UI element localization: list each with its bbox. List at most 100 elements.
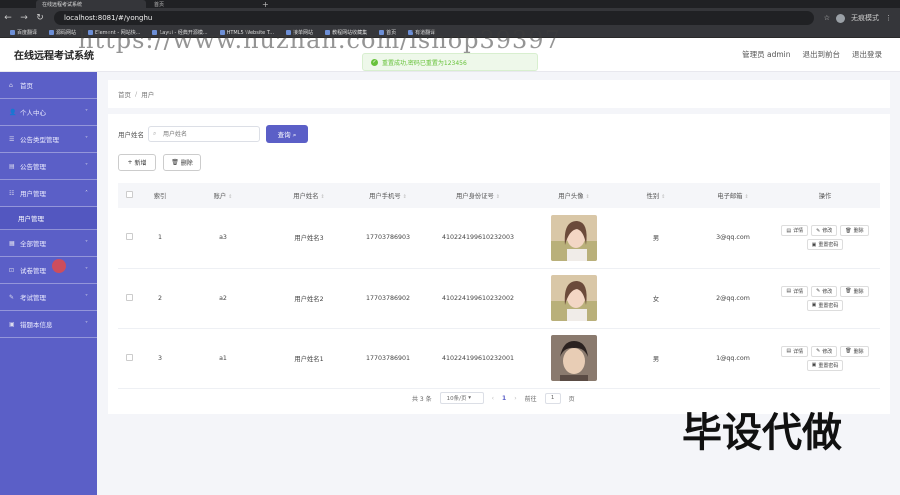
column-header[interactable]: 用户手机号 ⇕: [352, 183, 424, 208]
sort-icon[interactable]: ⇕: [661, 194, 665, 200]
delete-button[interactable]: 🗑 删除: [840, 345, 869, 357]
book-icon: ▣: [9, 320, 15, 328]
header-nav: 管理员 admin 退出到前台 退出登录: [742, 49, 882, 60]
sidebar-item-1[interactable]: 👤 个人中心 ˅: [0, 99, 97, 126]
sidebar-item-8[interactable]: ▣ 错题本信息 ˅: [0, 311, 97, 338]
ops-cell: ▤ 详情 ✎ 修改 🗑 删除 ▣ 重置密码: [770, 208, 880, 269]
row-checkbox[interactable]: [125, 293, 133, 301]
edit-button[interactable]: ✎ 修改: [811, 345, 838, 357]
page-suffix: 页: [568, 395, 575, 403]
sidebar-item-0[interactable]: ⌂ 首页: [0, 72, 97, 99]
bookmark-label: 有道翻译: [415, 30, 436, 36]
chevron-down-icon: ˅: [85, 266, 88, 274]
sort-icon[interactable]: ⇕: [585, 194, 589, 200]
bookmark-item[interactable]: HTML5 Website T...: [219, 29, 274, 36]
paper-icon: ⊡: [9, 266, 15, 274]
back-icon[interactable]: ←: [0, 13, 16, 23]
to-front-link[interactable]: 退出到前台: [803, 49, 841, 60]
prev-page-icon[interactable]: ‹: [492, 395, 494, 402]
reset-button[interactable]: ▣ 重置密码: [806, 299, 844, 311]
sidebar-item-4[interactable]: ☷ 用户管理 ˄: [0, 180, 97, 207]
browser-tab-second[interactable]: 首页: [146, 0, 256, 8]
bookmark-item[interactable]: 有道翻译: [408, 29, 435, 36]
column-header[interactable]: 用户姓名 ⇕: [266, 183, 352, 208]
sort-icon[interactable]: ⇕: [320, 194, 324, 200]
browser-tab-bar: 在线远程考试系统 首页 +: [0, 0, 900, 9]
cell-phone: 17703786903: [352, 208, 424, 269]
sort-icon[interactable]: ⇕: [496, 194, 500, 200]
detail-button[interactable]: ▤ 详情: [781, 285, 809, 297]
row-checkbox[interactable]: [125, 353, 133, 361]
column-header[interactable]: 索引: [140, 183, 180, 208]
add-button[interactable]: + 新增: [118, 154, 156, 171]
document-icon: ▤: [786, 348, 792, 354]
sidebar-item-2[interactable]: ☰ 公告类型管理 ˅: [0, 126, 97, 153]
reset-button[interactable]: ▣ 重置密码: [806, 359, 844, 371]
edit-button[interactable]: ✎ 修改: [811, 285, 838, 297]
bookmark-item[interactable]: 百度翻译: [10, 29, 37, 36]
sidebar-item-3[interactable]: ▤ 公告管理 ˅: [0, 153, 97, 180]
column-header: 操作: [770, 183, 880, 208]
browser-tab-active[interactable]: 在线远程考试系统: [36, 0, 146, 8]
page-size-select[interactable]: 10条/页 ▾: [439, 392, 484, 404]
bookmark-item[interactable]: 首页: [379, 29, 396, 36]
sidebar-item-5[interactable]: ▦ 全部管理 ˅: [0, 230, 97, 257]
row-checkbox[interactable]: [125, 233, 133, 241]
next-page-icon[interactable]: ›: [514, 395, 516, 402]
reload-icon[interactable]: ↻: [32, 13, 48, 23]
cell-idcard: 410224199610232003: [424, 208, 532, 269]
column-header[interactable]: 账户 ⇕: [180, 183, 266, 208]
current-page[interactable]: 1: [502, 395, 506, 402]
reset-button[interactable]: ▣ 重置密码: [806, 239, 844, 251]
delete-button[interactable]: 🗑 删除: [840, 285, 869, 297]
sort-icon[interactable]: ⇕: [744, 194, 748, 200]
chevron-down-icon: ˅: [85, 108, 88, 116]
column-header[interactable]: 电子邮箱 ⇕: [696, 183, 770, 208]
search-input[interactable]: [148, 126, 260, 142]
url-input[interactable]: localhost:8081/#/yonghu: [54, 11, 814, 25]
forward-icon[interactable]: →: [16, 13, 32, 23]
logout-link[interactable]: 退出登录: [852, 49, 882, 60]
sort-icon[interactable]: ⇕: [403, 194, 407, 200]
row-actions: ▤ 详情 ✎ 修改 🗑 删除 ▣ 重置密码: [770, 285, 880, 311]
notice-icon: ▤: [9, 162, 15, 170]
column-header[interactable]: 用户头像 ⇕: [532, 183, 616, 208]
users-table: 索引 账户 ⇕ 用户姓名 ⇕ 用户手机号 ⇕ 用户身份证号 ⇕ 用户头像 ⇕ 性别 ⇕ 电子邮箱 ⇕ 操作 1…: [118, 183, 880, 389]
bookmark-item[interactable]: Element - 网站快...: [88, 29, 140, 36]
star-icon[interactable]: ☆: [824, 14, 830, 22]
sort-icon[interactable]: ⇕: [228, 194, 232, 200]
detail-button[interactable]: ▤ 详情: [781, 345, 809, 357]
cell-index: 2: [140, 268, 180, 329]
exam-icon: ✎: [9, 293, 15, 301]
table-row: 2 a2 用户姓名2 17703786902 410224199610232002 女 2@…: [118, 268, 880, 329]
avatar[interactable]: [836, 13, 845, 23]
sidebar-item-7[interactable]: ✎ 考试管理 ˅: [0, 284, 97, 311]
batch-delete-button[interactable]: 🗑 删除: [163, 154, 201, 171]
goto-page-input[interactable]: 1: [544, 392, 561, 404]
detail-label: 详情: [793, 348, 804, 355]
edit-button[interactable]: ✎ 修改: [811, 225, 838, 237]
delete-button[interactable]: 🗑 删除: [840, 225, 869, 237]
detail-button[interactable]: ▤ 详情: [781, 225, 809, 237]
search-button[interactable]: 查询 ⌕: [266, 125, 308, 143]
table-row: 3 a1 用户姓名1 17703786901 410224199610232001 男 1@…: [118, 328, 880, 389]
row-actions: ▤ 详情 ✎ 修改 🗑 删除 ▣ 重置密码: [770, 225, 880, 251]
breadcrumb-home[interactable]: 首页: [118, 89, 131, 99]
plus-icon: +: [127, 159, 133, 166]
column-header[interactable]: 用户身份证号 ⇕: [424, 183, 532, 208]
avatar: [551, 214, 597, 261]
column-header-label: 用户姓名: [293, 193, 319, 200]
sidebar-item-6[interactable]: ⊡ 试卷管理 ˅: [0, 257, 97, 284]
cell-email: 1@qq.com: [696, 328, 770, 389]
menu-icon[interactable]: ⋮: [885, 14, 892, 22]
bookmark-item[interactable]: 源码网站: [49, 29, 76, 36]
bookmark-item[interactable]: Layui - 经典开源模...: [152, 29, 208, 36]
search-icon: ⌕: [292, 130, 297, 139]
bookmarks-bar: 百度翻译 源码网站 Element - 网站快... Layui - 经典开源模...…: [0, 28, 900, 38]
column-header[interactable]: 性别 ⇕: [616, 183, 696, 208]
select-all-checkbox[interactable]: [125, 191, 133, 198]
bookmark-item[interactable]: 教程网站收藏集: [325, 29, 367, 36]
chevron-up-icon: ˄: [85, 189, 88, 197]
bookmark-item[interactable]: 接单网站: [286, 29, 313, 36]
sidebar-subitem-user-manage[interactable]: 用户管理: [0, 207, 97, 230]
